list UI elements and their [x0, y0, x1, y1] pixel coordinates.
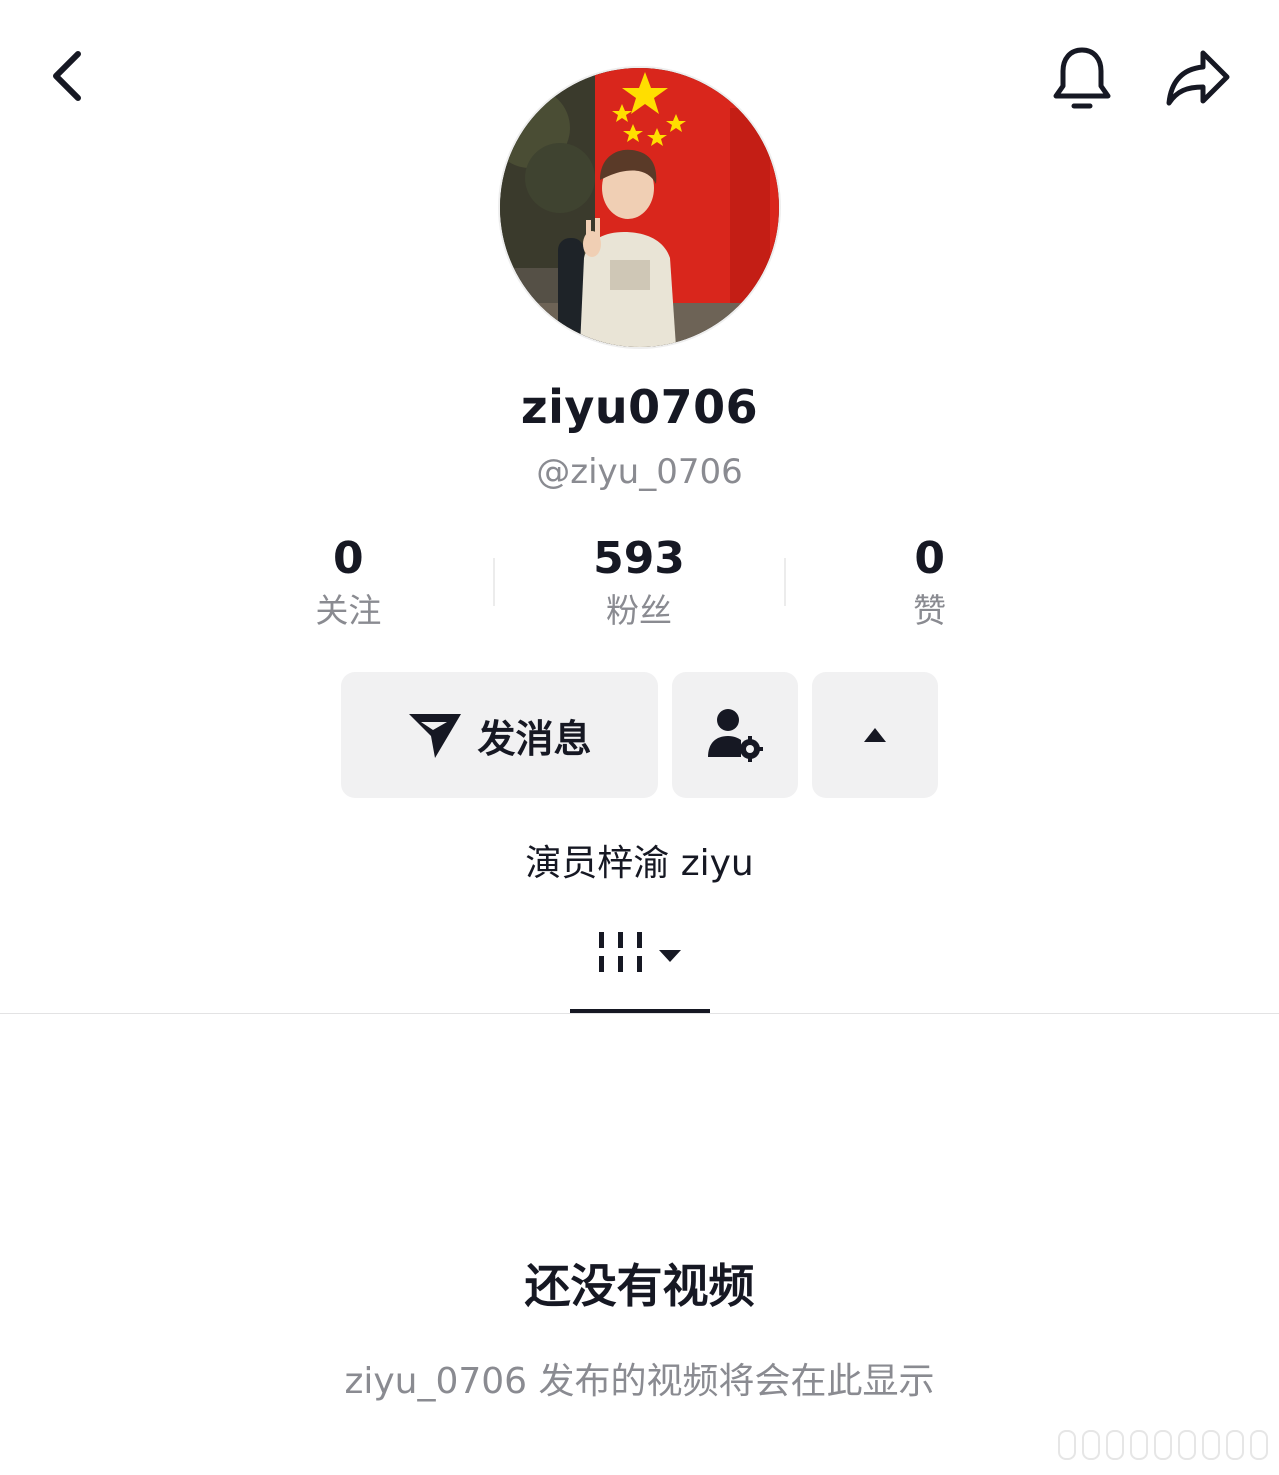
send-message-button[interactable]: 发消息 [341, 672, 658, 798]
stat-value: 593 [593, 533, 685, 584]
empty-state-title: 还没有视频 [524, 1259, 755, 1313]
grid-columns-icon [599, 932, 642, 972]
tab-divider [0, 1013, 1279, 1014]
stat-divider [493, 558, 495, 606]
expand-suggestions-button[interactable] [812, 672, 938, 798]
watermark [1058, 1430, 1268, 1460]
nickname: ziyu0706 [520, 380, 759, 434]
bell-icon [1053, 47, 1111, 109]
stat-value: 0 [333, 533, 364, 584]
stat-label: 赞 [913, 591, 947, 630]
chevron-left-icon [53, 51, 81, 101]
stat-likes[interactable]: 0 赞 [784, 530, 1075, 640]
stat-divider [784, 558, 786, 606]
avatar-photo [500, 68, 779, 347]
caret-down-icon [659, 950, 681, 962]
avatar[interactable] [500, 68, 779, 347]
empty-state-description: ziyu_0706 发布的视频将会在此显示 [344, 1361, 935, 1402]
stat-following[interactable]: 0 关注 [203, 530, 494, 640]
send-message-label: 发消息 [477, 716, 592, 761]
stat-label: 关注 [315, 591, 382, 630]
caret-up-icon [864, 728, 886, 742]
stat-label: 粉丝 [606, 591, 672, 630]
username-handle[interactable]: @ziyu_0706 [0, 452, 1279, 492]
send-icon [409, 714, 462, 758]
friend-settings-button[interactable] [672, 672, 798, 798]
stat-followers[interactable]: 593 粉丝 [494, 530, 785, 640]
notification-button[interactable] [1040, 38, 1124, 118]
person-settings-icon [708, 709, 763, 762]
back-button[interactable] [34, 40, 98, 112]
share-arrow-icon [1166, 50, 1230, 106]
profile-stats: 0 关注 593 粉丝 0 赞 [203, 530, 1075, 640]
stat-value: 0 [914, 533, 945, 584]
share-button[interactable] [1156, 38, 1240, 118]
profile-bio: 演员梓渝 ziyu [525, 843, 754, 884]
tab-videos[interactable] [570, 922, 710, 1014]
